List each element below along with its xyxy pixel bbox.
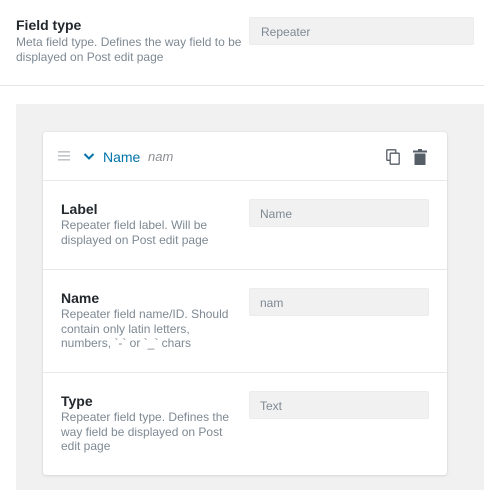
- subfield-label-title: Label: [61, 201, 98, 217]
- subfield-label-input[interactable]: Name: [249, 199, 429, 227]
- repeater-item-title[interactable]: Name: [103, 149, 140, 165]
- subfield-type-description: Repeater field type. Defines the way fie…: [61, 410, 230, 453]
- repeater-subfield-name: Name Repeater field name/ID. Should cont…: [43, 270, 447, 373]
- copy-icon[interactable]: [386, 149, 400, 165]
- subfield-name-input[interactable]: nam: [249, 288, 429, 316]
- subfield-name-description: Repeater field name/ID. Should contain o…: [61, 307, 229, 350]
- repeater-item-card: Name nam Label Repeater field label. Wil…: [43, 132, 447, 475]
- subfield-type-title: Type: [61, 393, 93, 409]
- chevron-down-icon[interactable]: [83, 152, 95, 161]
- subfield-label-description: Repeater field label. Will be displayed …: [61, 218, 209, 247]
- field-type-label: Field type: [16, 17, 82, 33]
- repeater-item-header[interactable]: Name nam: [43, 132, 447, 181]
- field-type-description: Meta field type. Defines the way field t…: [16, 35, 242, 64]
- drag-handle-icon[interactable]: [58, 151, 70, 161]
- field-type-row: Field type Meta field type. Defines the …: [0, 0, 484, 86]
- trash-icon[interactable]: [413, 149, 427, 165]
- subfield-type-select[interactable]: Text: [249, 391, 429, 419]
- repeater-subfield-label: Label Repeater field label. Will be disp…: [43, 181, 447, 270]
- field-type-select[interactable]: Repeater: [249, 17, 474, 45]
- repeater-subfield-type: Type Repeater field type. Defines the wa…: [43, 373, 447, 475]
- subfield-name-title: Name: [61, 290, 100, 306]
- repeater-item-slug: nam: [148, 149, 174, 164]
